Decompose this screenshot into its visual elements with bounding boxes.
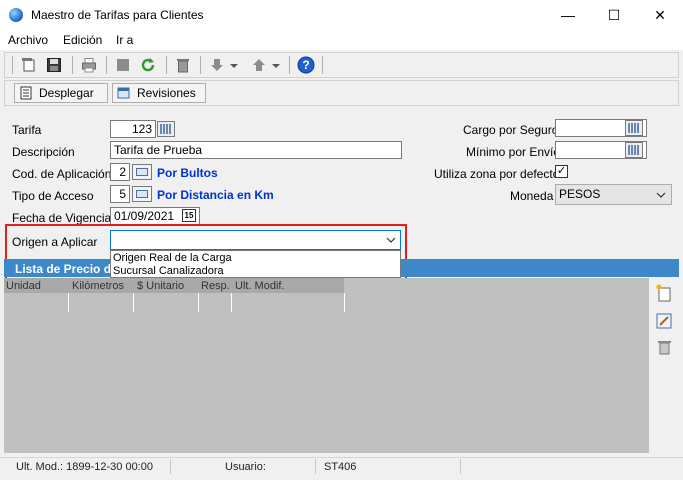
menu-archivo[interactable]: Archivo bbox=[8, 33, 48, 47]
maximize-icon: ☐ bbox=[607, 6, 621, 23]
svg-text:?: ? bbox=[302, 58, 309, 72]
toolbar-separator bbox=[200, 56, 201, 74]
menu-edicion[interactable]: Edición bbox=[63, 33, 102, 47]
origen-dropdown-list: Origen Real de la Carga Sucursal Canaliz… bbox=[110, 250, 401, 278]
desplegar-button[interactable]: Desplegar bbox=[14, 83, 108, 103]
close-icon: ✕ bbox=[654, 6, 666, 23]
origen-option[interactable]: Sucursal Canalizadora bbox=[113, 265, 224, 277]
calculator-icon[interactable] bbox=[625, 120, 643, 136]
help-icon[interactable]: ? bbox=[297, 56, 315, 74]
cod-aplicacion-desc: Por Bultos bbox=[157, 166, 218, 180]
column-header[interactable]: $ Unitario bbox=[137, 280, 184, 292]
stop-icon[interactable] bbox=[114, 56, 132, 74]
app-globe-icon bbox=[9, 8, 23, 22]
origen-label: Origen a Aplicar bbox=[12, 235, 98, 249]
tipo-acceso-label: Tipo de Acceso bbox=[12, 189, 94, 203]
delete-row-icon[interactable] bbox=[654, 337, 674, 357]
trash-icon[interactable] bbox=[174, 56, 192, 74]
desplegar-label: Desplegar bbox=[39, 86, 94, 100]
column-header[interactable]: Unidad bbox=[6, 280, 41, 292]
column-header[interactable]: Ult. Modif. bbox=[235, 280, 285, 292]
arrow-down-icon[interactable] bbox=[208, 56, 226, 74]
grid-cell[interactable] bbox=[69, 293, 134, 312]
last-modified-text: Ult. Mod.: 1899-12-30 00:00 bbox=[16, 461, 153, 473]
toolbar-separator bbox=[166, 56, 167, 74]
fecha-vigencia-label: Fecha de Vigencia bbox=[12, 211, 112, 225]
edit-row-icon[interactable] bbox=[654, 311, 674, 331]
menu-bar bbox=[0, 30, 683, 50]
grid-side-panel bbox=[649, 278, 679, 453]
minimo-envio-label: Mínimo por Envío bbox=[466, 145, 561, 159]
save-icon[interactable] bbox=[45, 56, 63, 74]
chevron-down-icon[interactable] bbox=[384, 233, 398, 247]
descripcion-label: Descripción bbox=[12, 145, 75, 159]
cod-aplicacion-input[interactable]: 2 bbox=[110, 163, 130, 181]
tarifa-input[interactable]: 123 bbox=[110, 120, 156, 138]
column-header[interactable]: Resp. bbox=[201, 280, 230, 292]
calculator-icon[interactable] bbox=[157, 121, 175, 137]
chevron-down-icon[interactable] bbox=[654, 188, 668, 202]
print-icon[interactable] bbox=[80, 56, 98, 74]
usuario-value: ST406 bbox=[324, 461, 357, 473]
grid-cell[interactable] bbox=[199, 293, 232, 312]
toolbar-separator bbox=[106, 56, 107, 74]
fecha-vigencia-value: 01/09/2021 bbox=[114, 209, 175, 223]
usuario-label: Usuario: bbox=[225, 461, 266, 473]
column-header[interactable]: Kilómetros bbox=[72, 280, 124, 292]
tipo-acceso-input[interactable]: 5 bbox=[110, 185, 130, 203]
new-record-icon[interactable] bbox=[20, 56, 38, 74]
close-button[interactable]: ✕ bbox=[637, 0, 683, 30]
descripcion-input[interactable]: Tarifa de Prueba bbox=[110, 141, 402, 159]
maximize-button[interactable]: ☐ bbox=[591, 0, 637, 30]
origen-option[interactable]: Origen Real de la Carga bbox=[113, 252, 232, 264]
arrow-up-icon[interactable] bbox=[250, 56, 268, 74]
toolbar-separator bbox=[12, 56, 13, 74]
cargo-seguro-label: Cargo por Seguro bbox=[463, 123, 559, 137]
revisions-icon bbox=[117, 87, 130, 99]
document-icon bbox=[20, 86, 32, 100]
toolbar-separator bbox=[289, 56, 290, 74]
revisiones-button[interactable]: Revisiones bbox=[112, 83, 206, 103]
refresh-icon[interactable] bbox=[139, 56, 157, 74]
toolbar-separator bbox=[322, 56, 323, 74]
status-separator bbox=[170, 459, 171, 474]
status-separator bbox=[315, 459, 316, 474]
dropdown-caret-icon[interactable] bbox=[228, 56, 240, 74]
grid-cell[interactable] bbox=[4, 293, 69, 312]
window-title: Maestro de Tarifas para Clientes bbox=[31, 8, 204, 22]
utiliza-zona-label: Utiliza zona por defecto bbox=[434, 167, 560, 181]
grid-cell[interactable] bbox=[232, 293, 345, 312]
toolbar-separator bbox=[72, 56, 73, 74]
menu-ir-a[interactable]: Ir a bbox=[116, 33, 133, 47]
lookup-icon[interactable] bbox=[132, 164, 152, 180]
tarifa-label: Tarifa bbox=[12, 123, 42, 137]
calendar-icon[interactable]: 15 bbox=[182, 209, 196, 222]
add-row-icon[interactable] bbox=[654, 283, 674, 303]
origen-select[interactable] bbox=[110, 230, 401, 250]
cod-aplicacion-label: Cod. de Aplicación bbox=[12, 167, 112, 181]
utiliza-zona-checkbox[interactable]: ✓ bbox=[555, 165, 568, 178]
list-title: Lista de Precio de bbox=[15, 262, 118, 276]
lookup-icon[interactable] bbox=[132, 186, 152, 202]
status-separator bbox=[460, 459, 461, 474]
tipo-acceso-desc: Por Distancia en Km bbox=[157, 188, 274, 202]
grid-cell[interactable] bbox=[134, 293, 199, 312]
revisiones-label: Revisiones bbox=[137, 86, 196, 100]
moneda-label: Moneda bbox=[510, 189, 554, 203]
minimize-button[interactable]: — bbox=[545, 0, 591, 30]
dropdown-caret-icon[interactable] bbox=[270, 56, 282, 74]
minimize-icon: — bbox=[561, 7, 575, 23]
calculator-icon[interactable] bbox=[625, 142, 643, 158]
